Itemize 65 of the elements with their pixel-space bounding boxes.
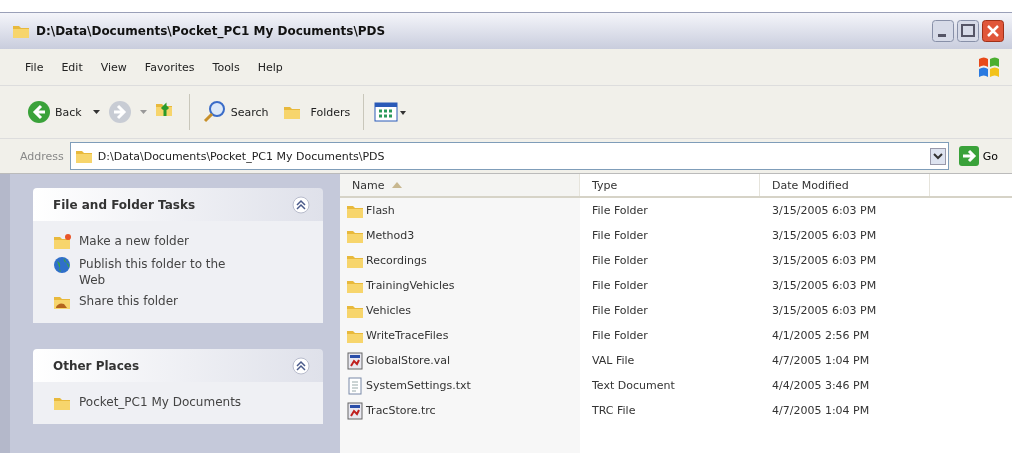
folders-button[interactable]: Folders bbox=[279, 101, 354, 123]
table-cell-text: 4/1/2005 2:56 PM bbox=[771, 328, 871, 344]
file-name[interactable]: WriteTraceFiles bbox=[340, 323, 580, 348]
table-cell-text: File Folder bbox=[591, 278, 649, 294]
window-title: D:\Data\Documents\Pocket_PC1 My Documents\PDS bbox=[36, 24, 387, 38]
file-name[interactable]: TrainingVehicles bbox=[340, 273, 580, 298]
menu-item[interactable]: File bbox=[16, 60, 53, 74]
table-cell-text: File Folder bbox=[591, 228, 649, 244]
task-group-header[interactable]: File and Folder Tasks bbox=[33, 188, 323, 221]
table-cell-text: 3/15/2005 6:03 PM bbox=[771, 278, 878, 294]
table-cell-text: 3/15/2005 6:03 PM bbox=[771, 203, 878, 219]
column-header[interactable]: Type bbox=[580, 174, 760, 196]
maximize-icon[interactable] bbox=[957, 20, 979, 42]
views-icon[interactable] bbox=[374, 101, 407, 123]
minimize-icon[interactable] bbox=[932, 20, 954, 42]
table-cell-text: 4/7/2005 1:04 PM bbox=[771, 353, 871, 369]
table-cell-text: 3/15/2005 6:03 PM bbox=[771, 303, 878, 319]
globe-icon bbox=[53, 256, 71, 274]
search-button[interactable]: Search bbox=[199, 98, 272, 126]
table-cell-text: 4/4/2005 3:46 PM bbox=[771, 378, 871, 394]
collapse-chevron-icon[interactable] bbox=[292, 195, 310, 214]
menu-item[interactable]: View bbox=[91, 60, 136, 74]
file-name[interactable]: SystemSettings.txt bbox=[340, 373, 580, 398]
close-icon[interactable] bbox=[982, 20, 1004, 42]
go-button[interactable]: Go bbox=[954, 146, 1006, 166]
document-icon bbox=[346, 351, 364, 370]
table-cell-text: TRC File bbox=[591, 403, 637, 419]
go-arrow-icon bbox=[958, 146, 979, 166]
menu-item[interactable]: Tools bbox=[203, 60, 249, 74]
file-name[interactable]: Recordings bbox=[340, 248, 580, 273]
file-name[interactable]: Method3 bbox=[340, 223, 580, 248]
menu-item[interactable]: Edit bbox=[52, 60, 92, 74]
table-cell-text: 3/15/2005 6:03 PM bbox=[771, 228, 878, 244]
menu-item[interactable]: Favorites bbox=[135, 60, 204, 74]
dropdown-caret-icon[interactable] bbox=[92, 110, 100, 114]
file-name[interactable]: TracStore.trc bbox=[340, 398, 580, 423]
table-cell-text: VAL File bbox=[591, 353, 636, 369]
table-cell-text: 4/7/2005 1:04 PM bbox=[771, 403, 871, 419]
file-name[interactable]: GlobalStore.val bbox=[340, 348, 580, 373]
task-link[interactable]: Share this folder bbox=[79, 293, 178, 309]
column-header[interactable]: Name bbox=[340, 174, 580, 196]
task-link[interactable]: Make a new folder bbox=[79, 233, 190, 249]
table-cell-text: File Folder bbox=[591, 303, 649, 319]
back-button[interactable]: Back bbox=[24, 98, 85, 126]
document-icon bbox=[346, 401, 364, 420]
file-name[interactable]: Flash bbox=[340, 198, 580, 223]
address-field[interactable]: D:\Data\Documents\Pocket_PC1 My Documents\PDS bbox=[69, 142, 949, 170]
table-cell-text: File Folder bbox=[591, 253, 649, 269]
table-cell-text: File Folder bbox=[591, 328, 649, 344]
menu-item[interactable]: Help bbox=[248, 60, 292, 74]
task-link[interactable]: Publish this folder to the Web bbox=[79, 256, 249, 288]
collapse-chevron-icon[interactable] bbox=[292, 356, 310, 375]
table-cell-text: File Folder bbox=[591, 203, 649, 219]
address-label: Address bbox=[20, 149, 64, 163]
text-file-icon bbox=[346, 376, 364, 395]
column-header[interactable]: Date Modified bbox=[760, 174, 930, 196]
dropdown-icon[interactable] bbox=[929, 147, 946, 165]
search-icon bbox=[202, 100, 227, 124]
sort-arrow-icon bbox=[392, 182, 403, 188]
task-link[interactable]: Pocket_PC1 My Documents bbox=[79, 394, 242, 410]
task-group-header[interactable]: Other Places bbox=[33, 349, 323, 382]
folder-icon bbox=[53, 233, 71, 251]
file-name[interactable]: Vehicles bbox=[340, 298, 580, 323]
table-cell-text: 3/15/2005 6:03 PM bbox=[771, 253, 878, 269]
table-cell-text: Text Document bbox=[591, 378, 676, 394]
